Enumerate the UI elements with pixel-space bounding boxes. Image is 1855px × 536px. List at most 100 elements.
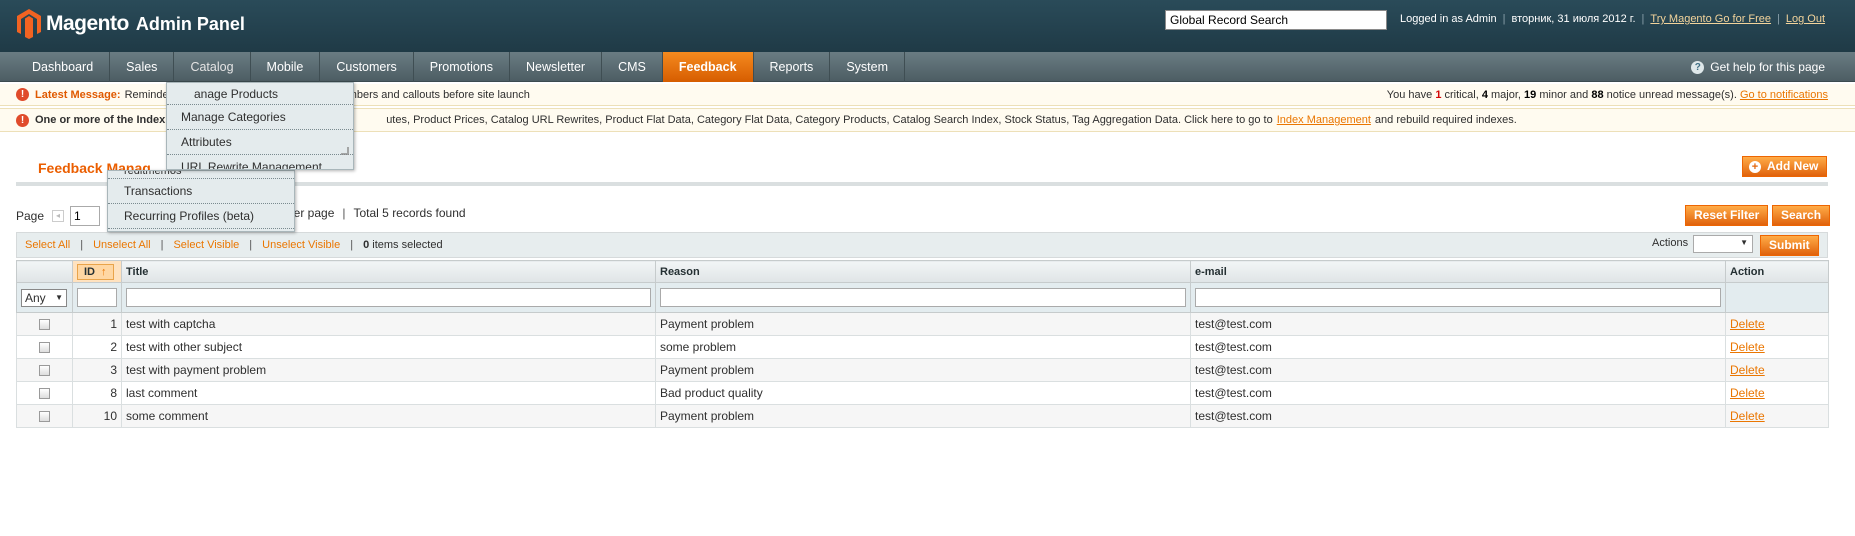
submit-button[interactable]: Submit	[1760, 235, 1819, 256]
select-visible-link[interactable]: Select Visible	[173, 239, 239, 251]
search-button[interactable]: Search	[1772, 205, 1831, 226]
separator: |	[350, 239, 354, 251]
pager: Page ◂	[16, 206, 101, 226]
selected-count: 0	[363, 239, 370, 251]
row-checkbox[interactable]	[39, 342, 50, 354]
filter-email-input[interactable]	[1195, 288, 1721, 307]
current-date: вторник, 31 июля 2012 г.	[1511, 13, 1636, 25]
menu-item-url-rewrite[interactable]: URL Rewrite Management	[167, 155, 353, 169]
prev-page-icon[interactable]: ◂	[52, 210, 65, 222]
header-action: Action	[1725, 260, 1829, 283]
nav-feedback[interactable]: Feedback	[662, 52, 754, 82]
index-message-text: utes, Product Prices, Catalog URL Rewrit…	[386, 114, 1273, 126]
header-title[interactable]: Title	[121, 260, 656, 283]
filter-email-cell	[1190, 282, 1726, 313]
magento-logo[interactable]: Magento Admin Panel	[16, 8, 245, 40]
nav-promotions[interactable]: Promotions	[414, 52, 511, 82]
delete-link[interactable]: Delete	[1730, 386, 1765, 400]
massaction-filter-select[interactable]: Any	[21, 288, 67, 307]
unread-label: You have	[1386, 89, 1433, 101]
nav-catalog[interactable]: Catalog	[174, 52, 251, 82]
header-massaction	[16, 260, 73, 283]
delete-link[interactable]: Delete	[1730, 409, 1765, 423]
row-checkbox[interactable]	[39, 411, 50, 423]
separator: |	[342, 206, 346, 220]
nav-sales[interactable]: Sales	[110, 52, 175, 82]
notification-summary: You have 1 critical, 4 major, 19 minor a…	[1386, 89, 1828, 101]
table-row: 2 test with other subject some problem t…	[16, 335, 1829, 359]
row-checkbox-cell	[16, 335, 73, 359]
filter-action-cell	[1725, 282, 1829, 313]
page-number-input[interactable]	[70, 206, 101, 226]
major-label: major	[1491, 89, 1518, 101]
logout-link[interactable]: Log Out	[1786, 13, 1825, 25]
cell-title: test with payment problem	[121, 358, 656, 382]
cell-title: some comment	[121, 404, 656, 428]
index-message-bold: One or more of the Index	[35, 114, 166, 126]
cell-reason: some problem	[655, 335, 1191, 359]
main-nav: Dashboard Sales Catalog Mobile Customers…	[0, 52, 1855, 82]
magento-logo-icon	[17, 9, 41, 39]
help-link[interactable]: ? Get help for this page	[1691, 52, 1825, 82]
filter-id-input[interactable]	[77, 288, 117, 307]
cell-title: last comment	[121, 381, 656, 405]
cell-action: Delete	[1725, 312, 1829, 336]
go-to-notifications-link[interactable]: Go to notifications	[1740, 89, 1828, 101]
nav-newsletter[interactable]: Newsletter	[510, 52, 603, 82]
pager-info: per page | Total 5 records found	[287, 206, 466, 220]
header-email[interactable]: e-mail	[1190, 260, 1726, 283]
cell-title: test with captcha	[121, 312, 656, 336]
filter-reason-input[interactable]	[660, 288, 1186, 307]
unselect-all-link[interactable]: Unselect All	[93, 239, 150, 251]
menu-item-recurring-profiles[interactable]: Recurring Profiles (beta)	[108, 204, 294, 229]
menu-item-manage-categories[interactable]: Manage Categories	[167, 105, 353, 130]
filter-title-input[interactable]	[126, 288, 651, 307]
header-id[interactable]: ID ↑	[72, 260, 122, 283]
header-reason[interactable]: Reason	[655, 260, 1191, 283]
latest-message-text-end: numbers and callouts before site launch	[335, 88, 530, 101]
nav-mobile[interactable]: Mobile	[251, 52, 321, 82]
menu-item-creditmemos[interactable]: reditmemos	[108, 171, 294, 179]
plus-icon: +	[1749, 161, 1761, 173]
separator: |	[160, 239, 164, 251]
cell-id: 2	[72, 335, 122, 359]
row-checkbox[interactable]	[39, 388, 50, 400]
cell-reason: Payment problem	[655, 358, 1191, 382]
delete-link[interactable]: Delete	[1730, 340, 1765, 354]
cell-action: Delete	[1725, 381, 1829, 405]
delete-link[interactable]: Delete	[1730, 317, 1765, 331]
reset-filter-button[interactable]: Reset Filter	[1685, 205, 1769, 226]
row-checkbox[interactable]	[39, 319, 50, 331]
selected-label: items selected	[372, 239, 443, 251]
try-magento-go-link[interactable]: Try Magento Go for Free	[1650, 13, 1771, 25]
massaction-bar: Select All | Unselect All | Select Visib…	[16, 232, 1828, 258]
major-count: 4	[1481, 89, 1488, 101]
index-management-link[interactable]: Index Management	[1277, 114, 1371, 126]
sales-dropdown-menu: reditmemos Transactions Recurring Profil…	[107, 170, 295, 232]
minor-count: 19	[1524, 89, 1537, 101]
actions-select[interactable]	[1693, 235, 1753, 253]
help-icon: ?	[1691, 60, 1705, 74]
nav-reports[interactable]: Reports	[754, 52, 831, 82]
nav-dashboard[interactable]: Dashboard	[16, 52, 111, 82]
row-checkbox-cell	[16, 358, 73, 382]
delete-link[interactable]: Delete	[1730, 363, 1765, 377]
index-message-tail: and rebuild required indexes.	[1374, 114, 1517, 126]
menu-item-manage-products[interactable]: anage Products	[167, 83, 353, 105]
add-new-button[interactable]: + Add New	[1742, 156, 1828, 177]
select-all-link[interactable]: Select All	[25, 239, 70, 251]
nav-customers[interactable]: Customers	[320, 52, 414, 82]
menu-item-attributes[interactable]: Attributes	[167, 130, 353, 155]
separator: |	[249, 239, 253, 251]
nav-system[interactable]: System	[830, 52, 905, 82]
unselect-visible-link[interactable]: Unselect Visible	[262, 239, 340, 251]
catalog-dropdown-menu: anage Products Manage Categories Attribu…	[166, 82, 354, 170]
global-search-input[interactable]	[1165, 10, 1387, 30]
cell-id: 10	[72, 404, 122, 428]
add-new-label: Add New	[1767, 159, 1819, 173]
menu-item-transactions[interactable]: Transactions	[108, 179, 294, 204]
help-label: Get help for this page	[1710, 60, 1825, 74]
row-checkbox[interactable]	[39, 365, 50, 377]
nav-cms[interactable]: CMS	[602, 52, 663, 82]
sort-indicator: ID ↑	[77, 263, 114, 280]
